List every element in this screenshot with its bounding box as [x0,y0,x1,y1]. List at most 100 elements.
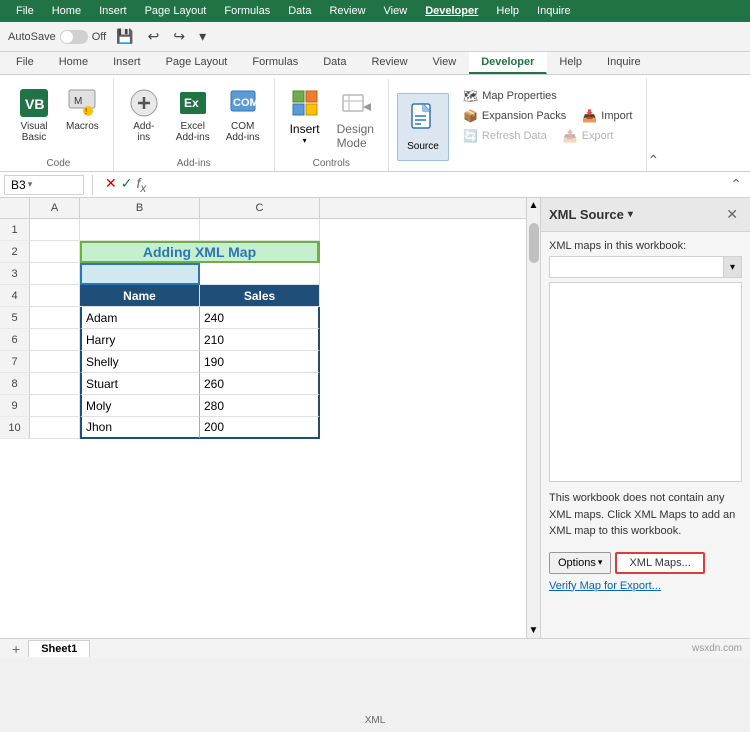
cell-b3[interactable] [80,263,200,285]
menu-review[interactable]: Review [321,3,373,19]
visual-basic-button[interactable]: VB VisualBasic [12,83,56,147]
cell-c6[interactable]: 210 [200,329,320,351]
cell-a3[interactable] [30,263,80,285]
tab-review[interactable]: Review [359,52,420,74]
cell-c1[interactable] [200,219,320,241]
tab-view[interactable]: View [421,52,470,74]
row-num-5: 5 [0,307,30,329]
cell-b8[interactable]: Stuart [80,373,200,395]
refresh-data-button[interactable]: 🔄 Refresh Data [457,127,553,145]
scrollbar-thumb[interactable] [529,223,539,263]
tab-home[interactable]: Home [47,52,101,74]
com-add-ins-button[interactable]: COM COMAdd-ins [220,83,266,147]
verify-map-export-link[interactable]: Verify Map for Export... [549,580,742,592]
confirm-formula-icon[interactable]: ✓ [121,175,133,195]
tab-help[interactable]: Help [547,52,595,74]
col-header-c: C [200,198,320,218]
menu-page-layout[interactable]: Page Layout [137,3,215,19]
expansion-packs-icon: 📦 [463,109,478,123]
insert-button[interactable]: Insert ▾ [283,83,327,149]
tab-data[interactable]: Data [311,52,359,74]
cancel-formula-icon[interactable]: ✕ [105,175,117,195]
scroll-down-arrow[interactable]: ▼ [527,623,541,638]
menu-inquire[interactable]: Inquire [529,3,579,19]
cell-ref-value: B3 [11,178,26,192]
cell-c8[interactable]: 260 [200,373,320,395]
formula-input[interactable] [154,178,726,192]
export-button[interactable]: 📤 Export [557,127,620,145]
xml-maps-dropdown[interactable]: ▾ [549,256,742,278]
menu-developer[interactable]: Developer [417,3,486,19]
cell-a8[interactable] [30,373,80,395]
vertical-scrollbar[interactable]: ▲ ▼ [526,198,540,638]
cell-a1[interactable] [30,219,80,241]
undo-button[interactable]: ↩ [144,26,164,47]
tab-file[interactable]: File [4,52,47,74]
cell-a6[interactable] [30,329,80,351]
cell-a4[interactable] [30,285,80,307]
menu-formulas[interactable]: Formulas [216,3,278,19]
menu-help[interactable]: Help [488,3,527,19]
sheet-tab-sheet1[interactable]: Sheet1 [28,640,90,657]
tab-developer[interactable]: Developer [469,52,547,74]
expansion-packs-button[interactable]: 📦 Expansion Packs [457,107,572,125]
map-properties-button[interactable]: 🗺 Map Properties [457,87,563,105]
cell-b4[interactable]: Name [80,285,200,307]
excel-add-ins-button[interactable]: Ex ExcelAdd-ins [170,83,216,147]
import-button[interactable]: 📥 Import [576,107,638,125]
redo-button[interactable]: ↪ [169,26,189,47]
cell-ref-dropdown[interactable]: ▾ [28,179,33,190]
options-button[interactable]: Options ▾ [549,552,611,574]
design-mode-button[interactable]: DesignMode [331,83,380,154]
cell-b7[interactable]: Shelly [80,351,200,373]
xml-maps-button[interactable]: XML Maps... [615,552,704,574]
cell-c5[interactable]: 240 [200,307,320,329]
xml-panel-dropdown-icon[interactable]: ▾ [628,209,633,220]
code-items: VB VisualBasic M ! Macros [12,79,105,154]
cell-c9[interactable]: 280 [200,395,320,417]
source-button[interactable]: Source [397,93,449,161]
col-header-b: B [80,198,200,218]
quick-access-dropdown[interactable]: ▾ [195,26,210,47]
cell-c4[interactable]: Sales [200,285,320,307]
xml-dropdown-arrow-icon[interactable]: ▾ [723,257,741,277]
menu-file[interactable]: File [8,3,42,19]
macros-button[interactable]: M ! Macros [60,83,105,136]
tab-insert[interactable]: Insert [101,52,154,74]
cell-c3[interactable] [200,263,320,285]
cell-b1[interactable] [80,219,200,241]
save-button[interactable]: 💾 [112,26,137,47]
add-ins-label: Add-ins [133,121,154,143]
cell-a5[interactable] [30,307,80,329]
scroll-up-arrow[interactable]: ▲ [527,198,541,213]
cell-reference-box[interactable]: B3 ▾ [4,175,84,195]
cell-c10[interactable]: 200 [200,417,320,439]
tab-page-layout[interactable]: Page Layout [154,52,241,74]
menu-home[interactable]: Home [44,3,89,19]
table-row: Jhon 200 [30,417,526,439]
menu-view[interactable]: View [376,3,416,19]
menu-data[interactable]: Data [280,3,319,19]
add-ins-button[interactable]: Add-ins [122,83,166,147]
collapse-ribbon-icon[interactable]: ⌃ [647,152,659,169]
autosave-toggle[interactable] [60,30,88,44]
cell-b9[interactable]: Moly [80,395,200,417]
tab-formulas[interactable]: Formulas [240,52,311,74]
add-sheet-button[interactable]: + [8,641,24,657]
menu-insert[interactable]: Insert [91,3,135,19]
cell-b2-title[interactable]: Adding XML Map [80,241,320,263]
cell-a2[interactable] [30,241,80,263]
cell-c7[interactable]: 190 [200,351,320,373]
tab-inquire[interactable]: Inquire [595,52,654,74]
cell-a9[interactable] [30,395,80,417]
cell-b10[interactable]: Jhon [80,417,200,439]
options-dropdown-icon: ▾ [598,557,603,568]
cell-b5[interactable]: Adam [80,307,200,329]
toggle-knob [61,31,73,43]
cell-a7[interactable] [30,351,80,373]
cell-b6[interactable]: Harry [80,329,200,351]
cell-a10[interactable] [30,417,80,439]
formula-bar-expand[interactable]: ⌃ [726,176,746,193]
insert-function-icon[interactable]: fx [136,175,146,195]
close-panel-button[interactable]: ✕ [722,204,742,225]
